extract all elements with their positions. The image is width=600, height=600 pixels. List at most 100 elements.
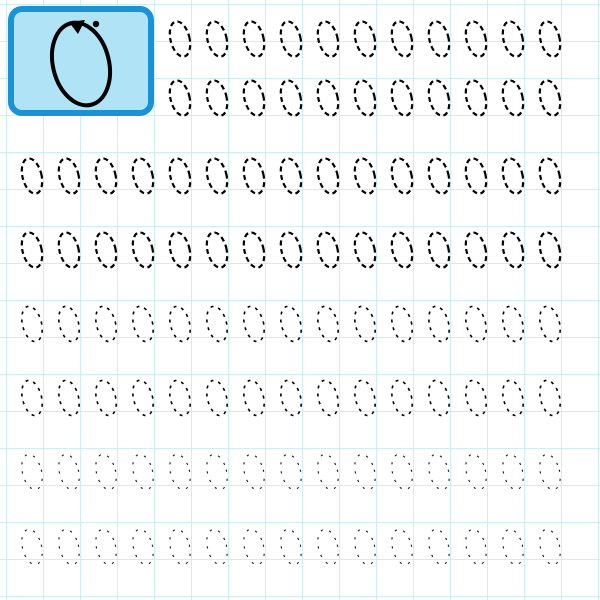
trace-oval[interactable] (130, 154, 156, 198)
trace-oval[interactable] (278, 525, 304, 569)
trace-oval[interactable] (315, 302, 341, 346)
trace-oval[interactable] (426, 76, 452, 120)
trace-oval[interactable] (167, 228, 193, 272)
trace-oval[interactable] (389, 17, 415, 61)
trace-oval[interactable] (204, 228, 230, 272)
trace-oval[interactable] (204, 302, 230, 346)
trace-oval[interactable] (93, 154, 119, 198)
trace-oval[interactable] (352, 17, 378, 61)
trace-oval[interactable] (19, 376, 45, 420)
trace-oval[interactable] (56, 302, 82, 346)
trace-oval[interactable] (278, 376, 304, 420)
trace-oval[interactable] (19, 228, 45, 272)
trace-oval[interactable] (278, 228, 304, 272)
trace-oval[interactable] (241, 525, 267, 569)
trace-oval[interactable] (241, 154, 267, 198)
trace-oval[interactable] (315, 525, 341, 569)
trace-oval[interactable] (463, 525, 489, 569)
trace-oval[interactable] (204, 17, 230, 61)
trace-oval[interactable] (93, 376, 119, 420)
trace-oval[interactable] (167, 17, 193, 61)
trace-oval[interactable] (389, 376, 415, 420)
trace-oval[interactable] (278, 302, 304, 346)
trace-oval[interactable] (19, 525, 45, 569)
trace-oval[interactable] (537, 17, 563, 61)
trace-oval[interactable] (93, 525, 119, 569)
trace-oval[interactable] (389, 228, 415, 272)
trace-oval[interactable] (463, 17, 489, 61)
trace-oval[interactable] (241, 302, 267, 346)
trace-oval[interactable] (537, 302, 563, 346)
trace-oval[interactable] (241, 228, 267, 272)
trace-oval[interactable] (389, 302, 415, 346)
trace-oval[interactable] (426, 450, 452, 494)
trace-oval[interactable] (167, 154, 193, 198)
trace-oval[interactable] (463, 228, 489, 272)
trace-oval[interactable] (278, 154, 304, 198)
trace-oval[interactable] (19, 302, 45, 346)
trace-oval[interactable] (56, 525, 82, 569)
trace-oval[interactable] (204, 376, 230, 420)
trace-oval[interactable] (537, 76, 563, 120)
trace-oval[interactable] (130, 376, 156, 420)
trace-oval[interactable] (463, 376, 489, 420)
trace-oval[interactable] (389, 525, 415, 569)
trace-oval[interactable] (204, 450, 230, 494)
trace-oval[interactable] (241, 450, 267, 494)
trace-oval[interactable] (315, 376, 341, 420)
trace-oval[interactable] (278, 450, 304, 494)
trace-oval[interactable] (204, 76, 230, 120)
trace-oval[interactable] (463, 154, 489, 198)
trace-oval[interactable] (315, 17, 341, 61)
trace-oval[interactable] (352, 76, 378, 120)
trace-oval[interactable] (500, 76, 526, 120)
trace-oval[interactable] (93, 302, 119, 346)
trace-oval[interactable] (56, 450, 82, 494)
trace-oval[interactable] (463, 76, 489, 120)
trace-oval[interactable] (93, 450, 119, 494)
trace-oval[interactable] (426, 228, 452, 272)
trace-oval[interactable] (204, 154, 230, 198)
trace-oval[interactable] (167, 302, 193, 346)
trace-oval[interactable] (537, 154, 563, 198)
trace-oval[interactable] (500, 154, 526, 198)
trace-oval[interactable] (315, 76, 341, 120)
trace-oval[interactable] (19, 154, 45, 198)
trace-oval[interactable] (500, 525, 526, 569)
trace-oval[interactable] (241, 376, 267, 420)
trace-oval[interactable] (167, 376, 193, 420)
trace-oval[interactable] (352, 154, 378, 198)
trace-oval[interactable] (537, 525, 563, 569)
trace-oval[interactable] (352, 525, 378, 569)
trace-oval[interactable] (204, 525, 230, 569)
trace-oval[interactable] (500, 450, 526, 494)
trace-oval[interactable] (56, 228, 82, 272)
trace-oval[interactable] (500, 302, 526, 346)
trace-oval[interactable] (352, 228, 378, 272)
trace-oval[interactable] (241, 17, 267, 61)
trace-oval[interactable] (426, 525, 452, 569)
trace-oval[interactable] (426, 376, 452, 420)
trace-oval[interactable] (315, 450, 341, 494)
trace-oval[interactable] (500, 17, 526, 61)
trace-oval[interactable] (315, 154, 341, 198)
trace-oval[interactable] (56, 376, 82, 420)
trace-oval[interactable] (167, 450, 193, 494)
trace-oval[interactable] (426, 17, 452, 61)
trace-oval[interactable] (537, 228, 563, 272)
trace-oval[interactable] (389, 154, 415, 198)
trace-oval[interactable] (315, 228, 341, 272)
trace-oval[interactable] (537, 376, 563, 420)
trace-oval[interactable] (19, 450, 45, 494)
trace-oval[interactable] (389, 450, 415, 494)
trace-oval[interactable] (167, 76, 193, 120)
trace-oval[interactable] (463, 450, 489, 494)
trace-oval[interactable] (426, 302, 452, 346)
trace-oval[interactable] (537, 450, 563, 494)
trace-oval[interactable] (352, 302, 378, 346)
trace-oval[interactable] (130, 302, 156, 346)
trace-oval[interactable] (167, 525, 193, 569)
trace-oval[interactable] (500, 376, 526, 420)
trace-oval[interactable] (130, 450, 156, 494)
trace-oval[interactable] (93, 228, 119, 272)
